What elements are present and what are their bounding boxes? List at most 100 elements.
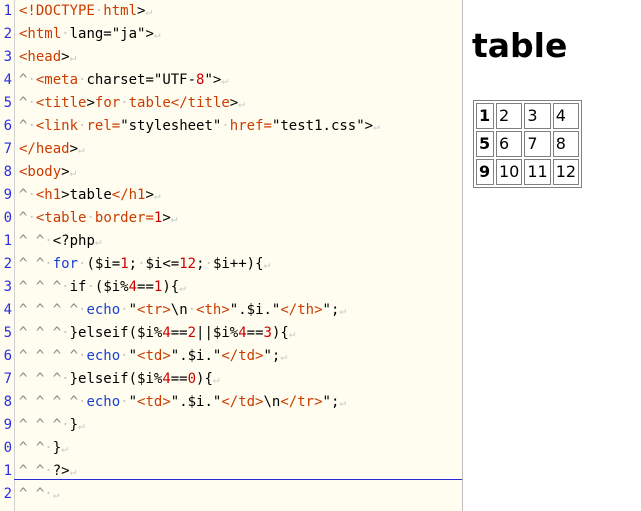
code-line[interactable]: ^ ^ ^·}↵	[19, 414, 85, 437]
code-token: >	[229, 95, 239, 111]
line-number: 6	[3, 348, 12, 364]
code-token: ·	[61, 417, 70, 433]
code-token: <tr>	[137, 302, 171, 318]
code-token: ;	[128, 256, 138, 272]
code-line[interactable]: ^ ^ ^ ^·echo·"<td>".$i."</td>";↵	[19, 345, 287, 368]
code-line[interactable]: ^ ^·}↵	[19, 437, 68, 460]
code-token: border=	[94, 210, 154, 226]
end-of-line-mark: ↵	[94, 235, 102, 248]
code-token: echo	[86, 302, 121, 318]
code-token: rel=	[86, 118, 121, 134]
code-token: "	[128, 348, 138, 364]
end-of-line-mark: ↵	[263, 258, 271, 271]
line-number: 0	[3, 440, 12, 456]
code-token: }	[69, 417, 79, 433]
end-of-line-mark: ↵	[373, 120, 380, 133]
end-of-line-mark: ↵	[78, 419, 85, 432]
code-token: charset="UTF-	[86, 72, 197, 88]
code-line[interactable]: ^ ^·↵	[19, 483, 59, 506]
code-token: ·	[120, 95, 129, 111]
code-token: "	[128, 394, 138, 410]
code-token: ?>	[52, 463, 70, 479]
code-token: ";	[322, 302, 340, 318]
code-token: ·	[44, 486, 53, 502]
table-cell: 6	[496, 131, 523, 157]
table-row: 1234	[476, 103, 580, 129]
code-line[interactable]: ^ ^ ^·}elseif($i%4==0){↵	[19, 368, 220, 391]
code-line[interactable]: <head>↵	[19, 46, 76, 69]
code-token: </h1	[111, 187, 146, 203]
code-line[interactable]: ^·<table·border=1>↵	[19, 207, 177, 230]
code-token: lang="ja"	[69, 26, 146, 42]
code-line[interactable]: ^ ^ ^ ^·echo·"<td>".$i."</td>\n</tr>";↵	[19, 391, 346, 414]
code-line[interactable]: ^ ^ ^·if·($i%4==1){↵	[19, 276, 186, 299]
gutter-divider	[14, 0, 15, 511]
code-token: </head	[19, 141, 70, 157]
code-token: ^ ^	[19, 233, 45, 249]
code-editor[interactable]: 1 <!DOCTYPE·html>↵ 2 <html·lang="ja">↵ 3 <hea…	[0, 0, 462, 511]
code-line[interactable]: <!DOCTYPE·html>↵	[19, 0, 152, 23]
code-token: ·	[221, 118, 230, 134]
code-token: ^ ^ ^ ^	[19, 348, 79, 364]
code-token: ·	[44, 463, 53, 479]
code-token: }elseif($i%	[69, 371, 163, 387]
code-token: ".$i."	[170, 348, 222, 364]
code-token: >	[145, 26, 154, 42]
code-token: ^ ^	[19, 486, 45, 502]
code-token: ^ ^ ^ ^	[19, 302, 79, 318]
code-token: >	[69, 141, 79, 157]
code-token: <link	[35, 118, 79, 134]
code-line[interactable]: ^ ^·<?php↵	[19, 230, 102, 253]
code-token: \n	[170, 302, 188, 318]
code-line[interactable]: <body>↵	[19, 161, 76, 184]
end-of-line-mark: ↵	[280, 350, 287, 363]
code-token: 3	[263, 325, 272, 341]
code-line[interactable]: </head>↵	[19, 138, 85, 161]
code-line[interactable]: ^ ^ ^·}elseif($i%4==2||$i%4==3){↵	[19, 322, 295, 345]
end-of-line-mark: ↵	[288, 327, 296, 340]
code-token: ·	[61, 325, 70, 341]
code-token: ·	[120, 302, 129, 318]
code-token: <?php	[52, 233, 95, 249]
code-token: >	[61, 164, 70, 180]
code-token: ){	[162, 279, 180, 295]
code-token: ".$i."	[229, 302, 281, 318]
code-token: ·	[44, 256, 53, 272]
code-token: 4	[238, 325, 247, 341]
table-header-cell: 5	[476, 131, 494, 157]
code-line[interactable]: ^ ^ ^ ^·echo·"<tr>\n·<th>".$i."</th>";↵	[19, 299, 346, 322]
table-cell: 8	[552, 131, 580, 157]
code-token: }	[52, 440, 62, 456]
line-number: 7	[3, 371, 12, 387]
end-of-line-mark: ↵	[69, 51, 77, 64]
cursor-line-indicator	[14, 479, 462, 480]
browser-preview: table 1 2 3 4 5 6 7 8 9 10 11 12	[463, 0, 641, 511]
code-token: 0	[187, 371, 197, 387]
code-line[interactable]: ^ ^·for·($i=1;·$i<=12;·$i++){↵	[19, 253, 270, 276]
code-token: html	[103, 3, 138, 19]
line-number: 2	[3, 486, 12, 502]
code-token: ·	[120, 348, 129, 364]
end-of-line-mark: ↵	[238, 97, 245, 110]
code-token: ·	[61, 26, 70, 42]
code-token: ";	[263, 348, 281, 364]
code-line[interactable]: ^·<title>for·table</title>↵	[19, 92, 245, 115]
table-cell: 11	[524, 159, 551, 185]
code-line[interactable]: ^·<link·rel="stylesheet"·href="test1.css…	[19, 115, 380, 138]
code-token: $i<=	[145, 256, 180, 272]
code-token: ·	[61, 279, 70, 295]
code-token: table	[128, 95, 171, 111]
code-token: ^ ^ ^	[19, 417, 62, 433]
code-line[interactable]: ^·<meta·charset="UTF-8">↵	[19, 69, 228, 92]
code-token: </td>	[221, 394, 264, 410]
code-token: table	[69, 187, 112, 203]
code-token: ·	[27, 72, 36, 88]
code-token: </th>	[280, 302, 323, 318]
code-line[interactable]: ^·<h1>table</h1>↵	[19, 184, 161, 207]
line-number: 2	[3, 256, 12, 272]
code-token: <head	[19, 49, 62, 65]
end-of-line-mark: ↵	[69, 465, 77, 478]
code-line[interactable]: <html·lang="ja">↵	[19, 23, 161, 46]
code-token: <meta	[35, 72, 79, 88]
line-number: 9	[3, 187, 12, 203]
